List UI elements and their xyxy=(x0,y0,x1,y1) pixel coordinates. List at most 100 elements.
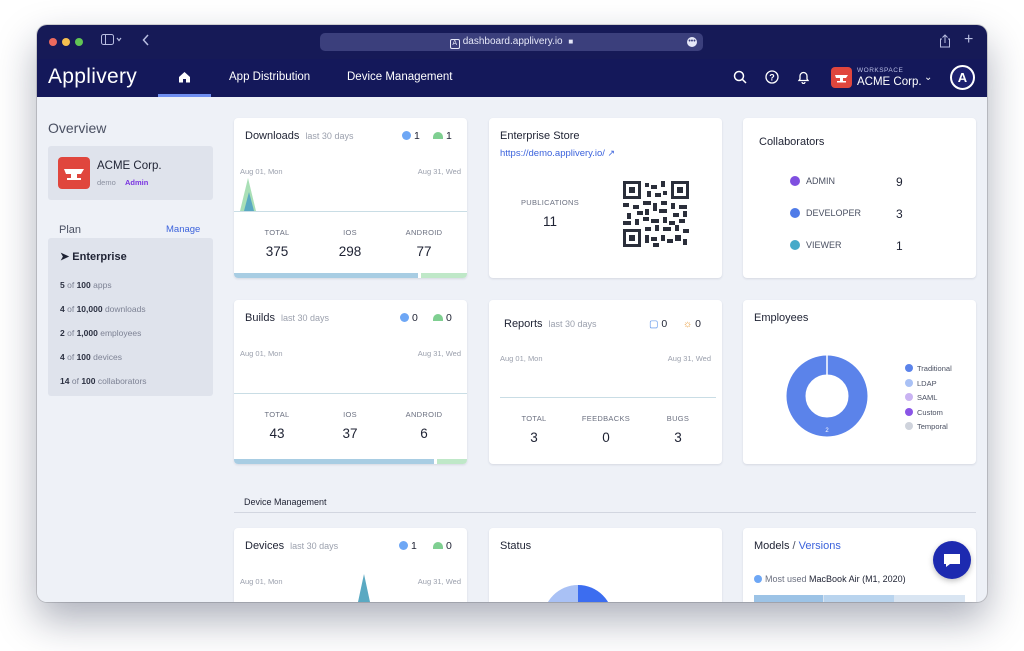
devices-sparkline xyxy=(358,574,370,602)
downloads-android-label: ANDROID xyxy=(405,228,443,237)
search-icon[interactable] xyxy=(733,70,749,86)
browser-window: Adashboard.applivery.io ■ ••• + Appliver… xyxy=(37,25,987,602)
home-tab[interactable] xyxy=(158,59,211,97)
downloads-android-share-bar xyxy=(421,273,467,278)
android-icon xyxy=(433,132,443,139)
qr-code-image xyxy=(623,181,689,247)
store-title: Enterprise Store xyxy=(500,130,580,142)
home-icon xyxy=(179,72,190,83)
reports-divider xyxy=(500,397,716,398)
status-card[interactable]: Status xyxy=(489,528,722,602)
developer-dot xyxy=(790,208,800,218)
devices-card[interactable]: Devices last 30 days 1 0 Aug 01, Mon Aug … xyxy=(234,528,467,602)
workspace-label: WORKSPACE xyxy=(857,67,904,74)
collaborators-viewer-count: 1 xyxy=(896,239,903,253)
share-icon[interactable] xyxy=(939,34,951,52)
most-used-row: Most used MacBook Air (M1, 2020) xyxy=(754,574,906,584)
organization-card[interactable]: ACME Corp. demo Admin xyxy=(48,146,213,200)
apple-icon xyxy=(399,541,408,550)
browser-titlebar: Adashboard.applivery.io ■ ••• + xyxy=(37,25,987,59)
collaborators-admin-count: 9 xyxy=(896,175,903,189)
manage-plan-link[interactable]: Manage xyxy=(166,224,200,235)
legend-temporal: Temporal xyxy=(905,422,948,431)
builds-total-label: TOTAL xyxy=(264,410,290,419)
versions-tab[interactable]: Versions xyxy=(799,540,841,552)
builds-ios-count: 0 xyxy=(400,312,418,324)
reports-feedback-count: ▢ 0 xyxy=(649,318,668,330)
applivery-logo[interactable]: Applivery xyxy=(48,65,137,89)
plan-usage-downloads: 4 of 10,000 downloads xyxy=(60,304,146,314)
reports-date-end: Aug 31, Wed xyxy=(667,354,711,363)
reports-feedbacks-value: 0 xyxy=(602,430,610,445)
address-bar[interactable]: Adashboard.applivery.io ■ ••• xyxy=(320,33,703,51)
android-icon xyxy=(433,314,443,321)
downloads-android-value: 77 xyxy=(416,244,432,259)
employees-title: Employees xyxy=(754,312,809,324)
downloads-card[interactable]: Downloads last 30 days 1 1 Aug 01, Mon Au… xyxy=(234,118,467,278)
zoom-window-button[interactable] xyxy=(75,38,83,46)
feedback-icon: ▢ xyxy=(649,319,659,330)
back-icon[interactable] xyxy=(142,34,150,50)
chat-support-button[interactable] xyxy=(933,541,971,579)
organization-slug: demo xyxy=(97,178,116,187)
device-management-heading: Device Management xyxy=(244,497,327,507)
collaborators-developer-row: DEVELOPER xyxy=(790,208,861,218)
legend-ldap: LDAP xyxy=(905,379,937,388)
downloads-ios-value: 298 xyxy=(338,244,362,259)
collaborators-card[interactable]: Collaborators ADMIN 9 DEVELOPER 3 VIEWER… xyxy=(743,118,976,278)
lock-icon: ■ xyxy=(568,37,574,46)
workspace-name[interactable]: ACME Corp. xyxy=(857,76,922,88)
builds-date-end: Aug 31, Wed xyxy=(417,349,461,358)
new-tab-icon[interactable]: + xyxy=(964,32,973,48)
builds-total-value: 43 xyxy=(269,426,285,441)
account-avatar[interactable]: A xyxy=(950,65,975,90)
builds-date-start: Aug 01, Mon xyxy=(240,349,283,358)
reports-feedbacks-label: FEEDBACKS xyxy=(581,414,631,423)
plan-card: ➤ Enterprise 5 of 100 apps 4 of 10,000 d… xyxy=(48,238,213,396)
builds-card[interactable]: Builds last 30 days 0 0 Aug 01, Mon Aug 3… xyxy=(234,300,467,464)
reports-bugs-value: 3 xyxy=(674,430,682,445)
plan-usage-devices: 4 of 100 devices xyxy=(60,352,122,362)
downloads-total-value: 375 xyxy=(265,244,289,259)
close-window-button[interactable] xyxy=(49,38,57,46)
help-icon[interactable]: ? xyxy=(765,70,781,86)
minimize-window-button[interactable] xyxy=(62,38,70,46)
collaborators-viewer-row: VIEWER xyxy=(790,240,842,250)
store-link[interactable]: https://demo.applivery.io/ ↗ xyxy=(500,148,615,159)
devices-ios-count: 1 xyxy=(399,540,417,552)
more-icon[interactable]: ••• xyxy=(687,37,697,47)
send-icon: ➤ xyxy=(60,251,70,263)
plan-usage-employees: 2 of 1,000 employees xyxy=(60,328,142,338)
models-title: Models / Versions xyxy=(754,540,841,552)
chevron-down-icon[interactable]: ⌄ xyxy=(924,72,932,83)
enterprise-store-card[interactable]: Enterprise Store https://demo.applivery.… xyxy=(489,118,722,278)
builds-android-value: 6 xyxy=(420,426,428,441)
admin-dot xyxy=(790,176,800,186)
downloads-total-label: TOTAL xyxy=(264,228,290,237)
plan-name-text: Enterprise xyxy=(72,251,127,263)
builds-divider xyxy=(234,393,467,394)
bell-icon[interactable] xyxy=(797,70,813,86)
plan-usage-collaborators: 14 of 100 collaborators xyxy=(60,376,147,386)
plan-usage-apps: 5 of 100 apps xyxy=(60,280,112,290)
downloads-sparkline xyxy=(240,178,256,211)
device-management-tab[interactable]: Device Management xyxy=(347,71,452,83)
app-distribution-tab[interactable]: App Distribution xyxy=(229,71,310,83)
reports-bugs-label: BUGS xyxy=(666,414,690,423)
svg-text:?: ? xyxy=(769,72,775,82)
workspace-logo[interactable] xyxy=(831,67,852,88)
chat-icon xyxy=(944,554,960,567)
sidebar-title: Overview xyxy=(48,120,107,136)
section-divider xyxy=(234,512,976,513)
viewer-dot xyxy=(790,240,800,250)
employees-card[interactable]: Employees 2 Traditional LDAP SAML Custom… xyxy=(743,300,976,464)
downloads-ios-share-bar xyxy=(234,273,418,278)
apple-icon xyxy=(402,131,411,140)
sidebar-toggle-icon[interactable] xyxy=(101,34,123,50)
builds-ios-share-bar xyxy=(234,459,434,464)
builds-android-share-bar xyxy=(437,459,467,464)
reports-card[interactable]: Reports last 30 days ▢ 0 ☼ 0 Aug 01, Mon … xyxy=(489,300,722,464)
legend-saml: SAML xyxy=(905,393,937,402)
apple-icon xyxy=(754,575,762,583)
downloads-divider xyxy=(234,211,467,212)
